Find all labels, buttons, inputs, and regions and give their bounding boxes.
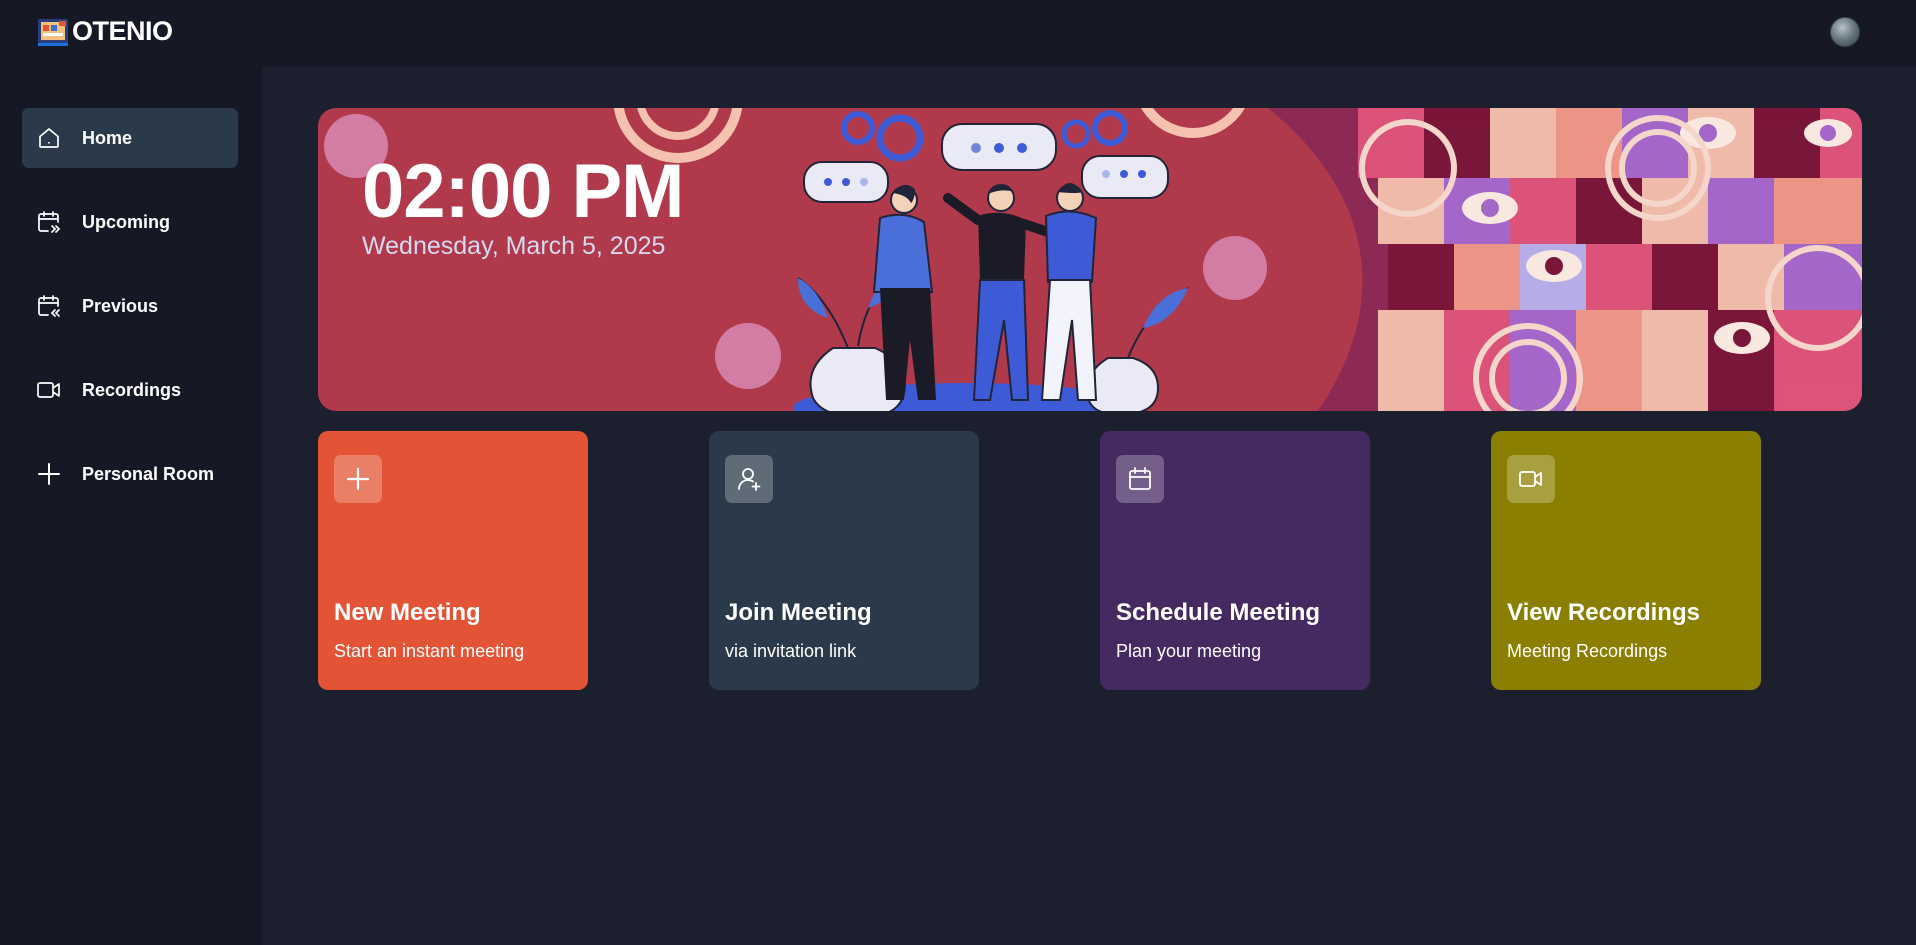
- card-subtitle: via invitation link: [725, 641, 857, 661]
- sidebar-item-previous[interactable]: Previous: [22, 276, 238, 336]
- sidebar-item-label: Recordings: [82, 379, 182, 400]
- app-name: OTENIO: [72, 16, 173, 46]
- card-title: View Recordings: [1507, 599, 1700, 626]
- current-date: Wednesday, March 5, 2025: [362, 232, 666, 260]
- sidebar-item-label: Personal Room: [82, 463, 215, 484]
- new-meeting-card[interactable]: New Meeting Start an instant meeting: [318, 431, 588, 690]
- plus-icon: [36, 461, 62, 487]
- calendar-back-icon: [36, 293, 62, 319]
- sidebar-item-label: Upcoming: [82, 211, 170, 232]
- app-logo[interactable]: OTENIO: [38, 16, 173, 47]
- sidebar-item-personal-room[interactable]: Personal Room: [22, 444, 238, 504]
- card-title: Schedule Meeting: [1116, 599, 1321, 626]
- avatar[interactable]: [1830, 17, 1860, 47]
- sidebar-item-home[interactable]: Home: [22, 108, 238, 168]
- sidebar-item-recordings[interactable]: Recordings: [22, 360, 238, 420]
- logo-icon: [38, 18, 68, 46]
- plus-icon: [334, 455, 382, 503]
- user-add-icon: [725, 455, 773, 503]
- card-title: New Meeting: [334, 599, 481, 626]
- card-subtitle: Plan your meeting: [1116, 641, 1262, 661]
- home-icon: [36, 125, 62, 151]
- card-title: Join Meeting: [725, 599, 872, 626]
- calendar-forward-icon: [36, 209, 62, 235]
- schedule-meeting-card[interactable]: Schedule Meeting Plan your meeting: [1100, 431, 1370, 690]
- sidebar: Home Upcoming Previous Recordings Person…: [0, 67, 262, 945]
- video-icon: [36, 377, 62, 403]
- current-time: 02:00 PM: [362, 149, 684, 234]
- calendar-icon: [1116, 455, 1164, 503]
- join-meeting-card[interactable]: Join Meeting via invitation link: [709, 431, 979, 690]
- sidebar-item-upcoming[interactable]: Upcoming: [22, 192, 238, 252]
- top-bar: OTENIO: [0, 0, 1916, 67]
- hero-banner: 02:00 PM Wednesday, March 5, 2025: [318, 108, 1862, 411]
- sidebar-item-label: Previous: [82, 295, 159, 316]
- view-recordings-card[interactable]: View Recordings Meeting Recordings: [1491, 431, 1761, 690]
- sidebar-item-label: Home: [82, 127, 133, 148]
- card-subtitle: Meeting Recordings: [1507, 641, 1668, 661]
- video-icon: [1507, 455, 1555, 503]
- card-subtitle: Start an instant meeting: [334, 641, 525, 661]
